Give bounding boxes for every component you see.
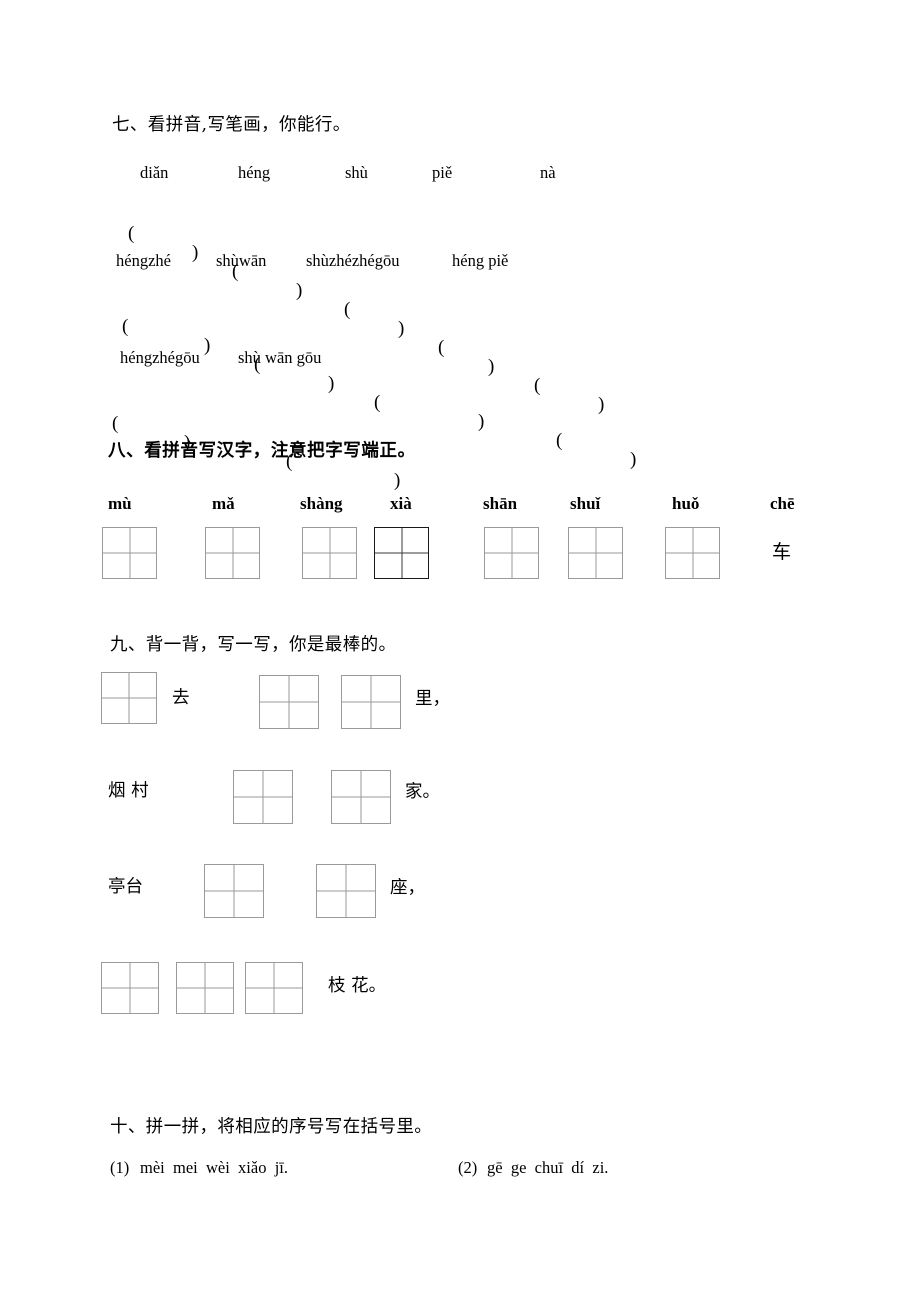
section-seven-row2-pinyin-4: héng piě [452, 251, 509, 270]
section-seven-row1-pinyin-4: piě [432, 163, 453, 182]
section-ten-item-2-pinyin: gē ge chuī dí zi. [487, 1158, 609, 1177]
section-eight-pinyin-3: shàng [300, 494, 343, 513]
poem-grid-box[interactable] [101, 962, 159, 1014]
open-paren: ( [112, 413, 119, 434]
answer-blank-4[interactable]: ) [488, 357, 494, 376]
poem-grid-box[interactable] [331, 770, 391, 824]
poem-grid-box[interactable] [176, 962, 234, 1014]
section-eight-heading: 八、看拼音写汉字，注意把字写端正。 [108, 441, 416, 461]
poem-text-qu: 去 [172, 688, 190, 708]
section-seven-row1-pinyin-1: diǎn [140, 163, 169, 182]
poem-text-li: 里， [415, 689, 450, 709]
open-paren: ( [556, 430, 563, 451]
poem-text-zhihua: 枝 花。 [328, 976, 387, 996]
section-seven-row2-pinyin-2: shùwān [216, 251, 267, 270]
section-eight-pinyin-7: huǒ [672, 494, 700, 513]
answer-blank-1[interactable]: ) [192, 243, 198, 262]
writing-grid-box[interactable] [302, 527, 357, 579]
section-seven-heading: 七、看拼音,写笔画，你能行。 [112, 115, 351, 135]
section-nine-heading: 九、背一背，写一写，你是最棒的。 [110, 635, 397, 655]
section-ten-item-1-number: (1) [110, 1158, 130, 1177]
writing-grid-box[interactable] [484, 527, 539, 579]
section-seven-row3-pinyin-1: héngzhégōu [120, 348, 200, 367]
open-paren: ( [438, 337, 445, 358]
poem-grid-box[interactable] [341, 675, 401, 729]
worksheet-page: 七、看拼音,写笔画，你能行。 diǎn héng shù piě nà ( ) … [0, 0, 920, 1302]
section-eight-pinyin-4: xià [390, 494, 412, 513]
section-seven-row1-pinyin-2: héng [238, 163, 271, 182]
section-seven-row2-pinyin-3: shùzhézhégōu [306, 251, 400, 270]
writing-grid-box[interactable] [205, 527, 260, 579]
poem-grid-box[interactable] [245, 962, 303, 1014]
section-eight-pinyin-2: mǎ [212, 494, 235, 513]
section-seven-row2-blanks: ( ) ( ) ( ) ( ) [0, 298, 920, 469]
poem-text-zuo: 座， [390, 878, 425, 898]
section-eight-pinyin-6: shuǐ [570, 494, 601, 513]
section-seven-row3-blanks: ( ) ( ) [0, 395, 920, 490]
prefilled-character-che: 车 [772, 541, 792, 563]
section-eight-pinyin-1: mù [108, 494, 132, 513]
poem-grid-box[interactable] [101, 672, 157, 724]
open-paren: ( [122, 316, 129, 337]
poem-text-tingtai: 亭台 [108, 877, 143, 897]
answer-blank-2[interactable]: ) [394, 471, 400, 490]
section-seven-row1-pinyin-5: nà [540, 163, 556, 182]
section-eight-pinyin-8: chē [770, 494, 795, 513]
section-seven-row1-blanks: ( ) ( ) ( ) ( ) ( ) [0, 205, 920, 414]
open-paren: ( [534, 375, 541, 396]
section-ten-heading: 十、拼一拼，将相应的序号写在括号里。 [110, 1117, 433, 1137]
poem-text-yancun: 烟 村 [108, 781, 149, 801]
poem-grid-box[interactable] [259, 675, 319, 729]
poem-grid-box[interactable] [233, 770, 293, 824]
poem-grid-box[interactable] [316, 864, 376, 918]
section-seven-row2-pinyin-1: héngzhé [116, 251, 171, 270]
writing-grid-box[interactable] [374, 527, 429, 579]
writing-grid-box[interactable] [102, 527, 157, 579]
section-ten-item-1-pinyin: mèi mei wèi xiǎo jī. [140, 1158, 289, 1177]
section-seven-row1-pinyin-3: shù [345, 163, 368, 182]
writing-grid-box[interactable] [665, 527, 720, 579]
answer-blank-2[interactable]: ) [328, 374, 334, 393]
writing-grid-box[interactable] [568, 527, 623, 579]
answer-blank-4[interactable]: ) [630, 450, 636, 469]
answer-blank-1[interactable]: ) [204, 336, 210, 355]
section-eight-pinyin-5: shān [483, 494, 518, 513]
section-seven-row3-pinyin-2: shù wān gōu [238, 348, 322, 367]
poem-grid-box[interactable] [204, 864, 264, 918]
poem-text-jia: 家。 [405, 782, 440, 802]
open-paren: ( [128, 223, 135, 244]
section-ten-item-2-number: (2) [458, 1158, 478, 1177]
